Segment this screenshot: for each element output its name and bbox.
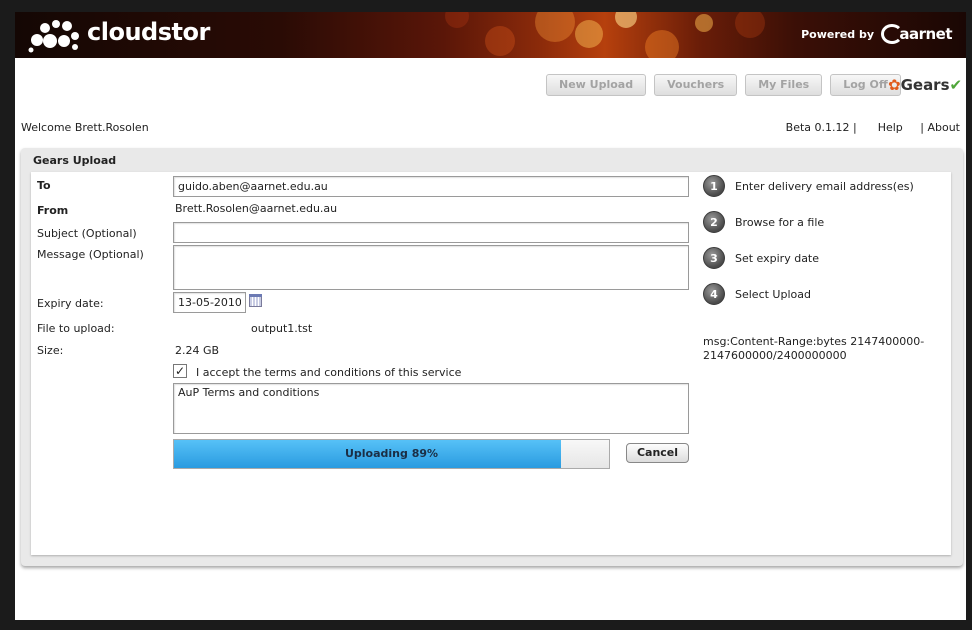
step-number-icon: 2 bbox=[703, 211, 725, 233]
step-text: Select Upload bbox=[735, 287, 811, 301]
aarnet-logo-text: aarnet bbox=[899, 25, 952, 43]
upload-form: To From Brett.Rosolen@aarnet.edu.au Subj… bbox=[31, 172, 951, 555]
subject-label: Subject (Optional) bbox=[37, 227, 137, 240]
new-upload-button[interactable]: New Upload bbox=[546, 74, 647, 96]
step-1: 1 Enter delivery email address(es) bbox=[703, 175, 914, 197]
to-field[interactable] bbox=[173, 176, 689, 197]
user-links: Beta 0.1.12 | Help | About bbox=[786, 121, 960, 134]
gears-logo-icon: ✿Gears✔ bbox=[888, 76, 963, 94]
from-label: From bbox=[37, 204, 69, 217]
terms-checkbox[interactable]: ✓ bbox=[173, 364, 187, 378]
from-value: Brett.Rosolen@aarnet.edu.au bbox=[175, 202, 338, 215]
cloudstor-logo-text: cloudstor bbox=[87, 18, 210, 46]
powered-by-label: Powered by bbox=[801, 28, 874, 41]
top-nav: New Upload Vouchers My Files Log Off bbox=[546, 74, 901, 96]
about-link[interactable]: | About bbox=[920, 121, 960, 134]
step-number-icon: 4 bbox=[703, 283, 725, 305]
terms-label: I accept the terms and conditions of thi… bbox=[196, 366, 462, 379]
step-number-icon: 1 bbox=[703, 175, 725, 197]
header-banner: cloudstor Powered by aarnet bbox=[15, 12, 966, 58]
subject-field[interactable] bbox=[173, 222, 689, 243]
file-to-upload-label: File to upload: bbox=[37, 322, 115, 335]
gears-upload-panel: Gears Upload To From Brett.Rosolen@aarne… bbox=[21, 148, 963, 566]
expiry-label: Expiry date: bbox=[37, 297, 104, 310]
step-3: 3 Set expiry date bbox=[703, 247, 819, 269]
message-label: Message (Optional) bbox=[37, 248, 144, 261]
step-text: Browse for a file bbox=[735, 215, 825, 229]
checkbox-check-icon: ✓ bbox=[174, 364, 186, 378]
message-field[interactable] bbox=[173, 245, 689, 290]
size-label: Size: bbox=[37, 344, 64, 357]
gears-logo-text: Gears bbox=[900, 76, 950, 94]
status-message: msg:Content-Range:bytes 2147400000-21476… bbox=[703, 335, 925, 362]
file-name-value: output1.tst bbox=[251, 322, 313, 335]
welcome-message: Welcome Brett.Rosolen bbox=[21, 121, 149, 134]
help-link[interactable]: Help bbox=[878, 121, 903, 134]
step-4: 4 Select Upload bbox=[703, 283, 811, 305]
size-value: 2.24 GB bbox=[175, 344, 220, 357]
vouchers-button[interactable]: Vouchers bbox=[654, 74, 738, 96]
progress-label: Uploading 89% bbox=[344, 447, 439, 460]
to-label: To bbox=[37, 179, 51, 192]
terms-textarea[interactable]: AuP Terms and conditions bbox=[173, 383, 689, 434]
version-label: Beta 0.1.12 | bbox=[785, 121, 857, 134]
step-text: Enter delivery email address(es) bbox=[735, 179, 914, 193]
expiry-date-field[interactable] bbox=[173, 292, 246, 313]
app-window: cloudstor Powered by aarnet New Upload V… bbox=[15, 12, 966, 620]
my-files-button[interactable]: My Files bbox=[745, 74, 823, 96]
step-number-icon: 3 bbox=[703, 247, 725, 269]
panel-title: Gears Upload bbox=[33, 154, 117, 167]
step-text: Set expiry date bbox=[735, 251, 820, 265]
calendar-icon[interactable] bbox=[249, 294, 262, 307]
cancel-button[interactable]: Cancel bbox=[626, 443, 689, 463]
upload-progress-bar: Uploading 89% bbox=[173, 439, 610, 469]
step-2: 2 Browse for a file bbox=[703, 211, 824, 233]
